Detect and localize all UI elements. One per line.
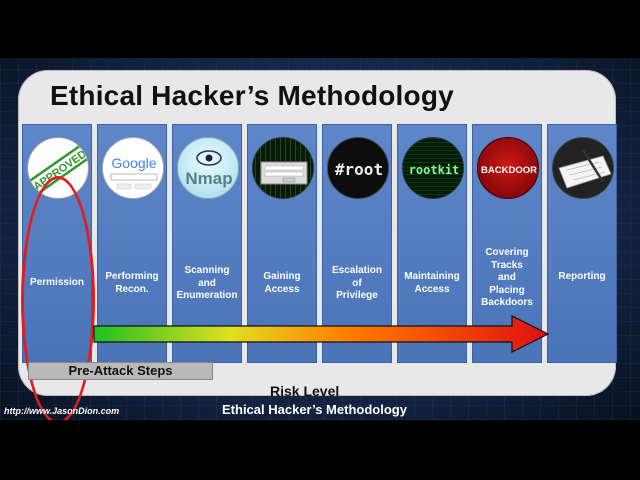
root-text: #root bbox=[335, 160, 383, 179]
nmap-text: Nmap bbox=[185, 169, 232, 188]
step-reporting: Reporting bbox=[547, 124, 617, 363]
footer-url: http://www.JasonDion.com bbox=[4, 406, 120, 416]
risk-arrow bbox=[93, 315, 550, 353]
google-logo-text: Google bbox=[111, 155, 156, 171]
report-writing-icon bbox=[552, 137, 614, 199]
step-label: Performing Recon. bbox=[105, 271, 159, 295]
slide-title: Ethical Hacker’s Methodology bbox=[50, 80, 454, 111]
root-icon: #root bbox=[327, 137, 389, 199]
step-label: Reporting bbox=[558, 271, 606, 282]
nmap-eye-icon: Nmap bbox=[177, 137, 239, 199]
rootkit-text: rootkit bbox=[409, 163, 460, 177]
step-label: Scanning and Enumeration bbox=[176, 265, 238, 301]
google-search-icon: Google bbox=[102, 137, 164, 199]
backdoor-text: BACKDOOR bbox=[481, 165, 537, 176]
step-label: Covering Tracks and Placing Backdoors bbox=[481, 247, 533, 308]
step-label: Maintaining Access bbox=[404, 271, 460, 295]
video-frame: Ethical Hacker’s Methodology APPROVED Pe… bbox=[0, 0, 640, 480]
step-label: Escalation of Privilege bbox=[331, 265, 383, 301]
footer-title: Ethical Hacker’s Methodology bbox=[222, 402, 407, 417]
step-label: Gaining Access bbox=[263, 271, 301, 295]
pre-attack-bar: Pre-Attack Steps bbox=[28, 362, 213, 380]
highlight-ring bbox=[21, 176, 95, 420]
login-screen-icon bbox=[252, 137, 314, 199]
risk-level-label: Risk Level bbox=[270, 383, 340, 399]
backdoor-icon: BACKDOOR bbox=[477, 137, 539, 199]
slide: Ethical Hacker’s Methodology APPROVED Pe… bbox=[0, 58, 640, 420]
rootkit-icon: rootkit bbox=[402, 137, 464, 199]
